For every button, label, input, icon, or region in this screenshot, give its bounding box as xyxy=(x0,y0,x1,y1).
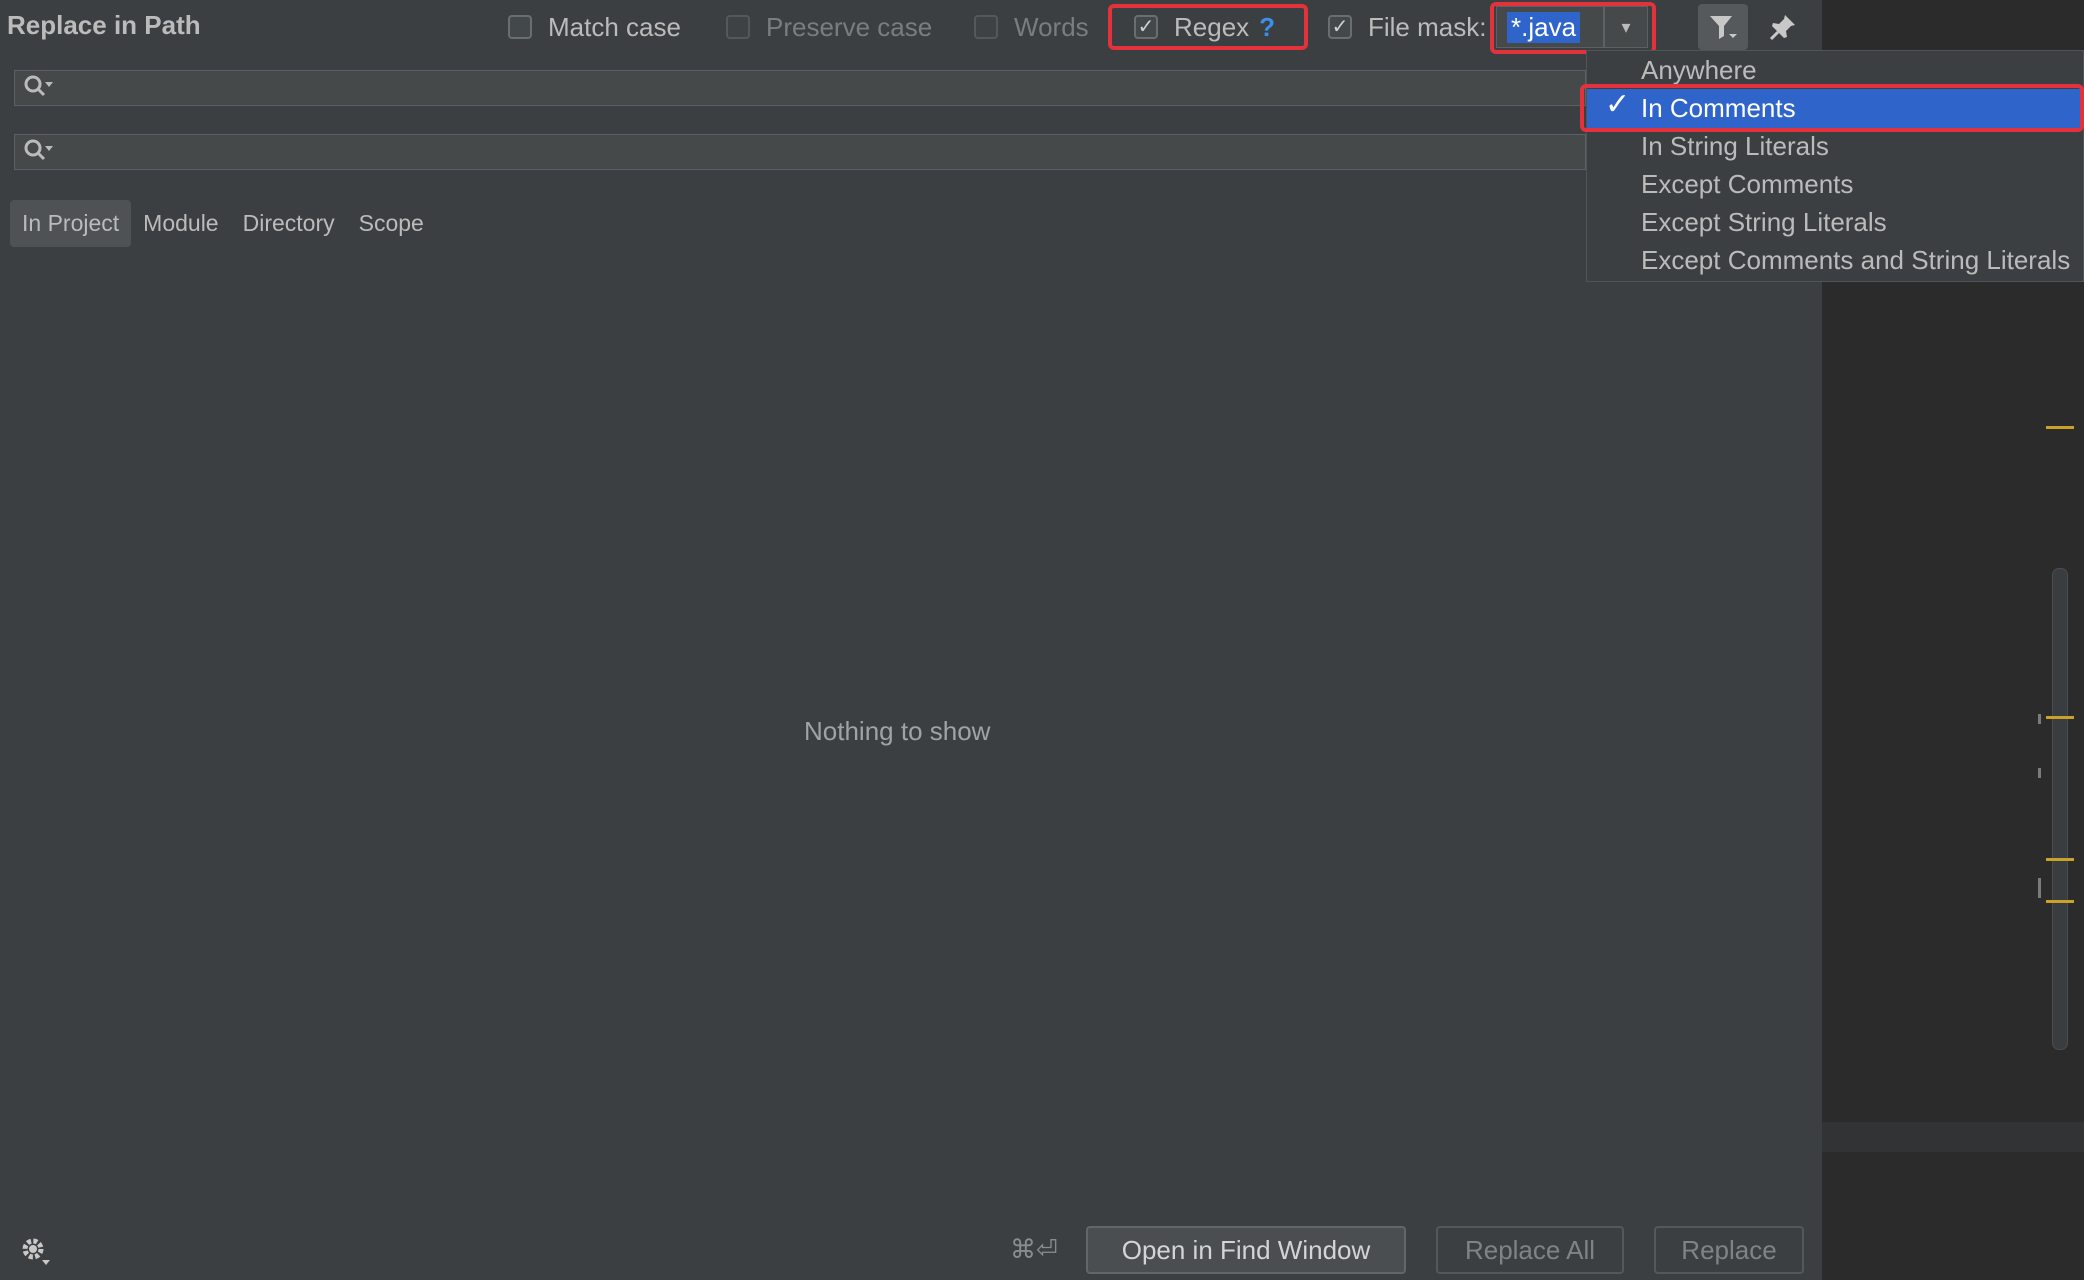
scope-tabs: In Project Module Directory Scope xyxy=(10,200,436,247)
file-mask-checkbox[interactable]: ✓ xyxy=(1328,15,1352,39)
file-mask-label: File mask: xyxy=(1368,11,1487,42)
tab-scope[interactable]: Scope xyxy=(347,200,436,247)
stripe-tick xyxy=(2038,714,2041,724)
annotation-regex-box xyxy=(1108,4,1308,50)
replace-input[interactable] xyxy=(14,134,1586,170)
dialog-panel: Replace in Path Match case Preserve case… xyxy=(0,0,1822,1280)
stripe-tick xyxy=(2038,878,2041,898)
menu-item-except-comments[interactable]: Except Comments xyxy=(1641,169,1853,200)
results-empty-text: Nothing to show xyxy=(804,716,991,746)
replace-button[interactable]: Replace xyxy=(1654,1226,1804,1274)
stripe-tick xyxy=(2038,768,2041,778)
shortcut-hint: ⌘⏎ xyxy=(1010,1234,1058,1264)
menu-item-in-string-literals[interactable]: In String Literals xyxy=(1641,131,1829,162)
gear-icon xyxy=(22,1238,50,1265)
replace-in-path-dialog: Replace in Path Match case Preserve case… xyxy=(0,0,2084,1280)
annotation-in-comments-box xyxy=(1580,84,2084,132)
words-checkbox[interactable] xyxy=(974,15,998,39)
error-stripe-marker[interactable] xyxy=(2046,716,2074,719)
replace-all-button[interactable]: Replace All xyxy=(1436,1226,1624,1274)
settings-button[interactable] xyxy=(18,1234,52,1276)
editor-band xyxy=(1822,1122,2084,1152)
error-stripe-marker[interactable] xyxy=(2046,858,2074,861)
dialog-title: Replace in Path xyxy=(7,10,201,40)
search-icon[interactable] xyxy=(23,74,53,107)
annotation-file-mask-box xyxy=(1490,2,1656,54)
words-option[interactable]: Words xyxy=(974,8,1089,46)
editor-scrollbar[interactable] xyxy=(2052,568,2068,1050)
menu-item-except-string-literals[interactable]: Except String Literals xyxy=(1641,207,1887,238)
preserve-case-checkbox[interactable] xyxy=(726,15,750,39)
match-case-option[interactable]: Match case xyxy=(508,8,681,46)
menu-item-except-comments-and-string-literals[interactable]: Except Comments and String Literals xyxy=(1641,245,2070,276)
pin-icon xyxy=(1769,15,1795,41)
error-stripe-marker[interactable] xyxy=(2046,900,2074,903)
tab-directory[interactable]: Directory xyxy=(231,200,347,247)
search-icon[interactable] xyxy=(23,138,53,171)
preserve-case-option[interactable]: Preserve case xyxy=(726,8,932,46)
filter-icon xyxy=(1710,16,1737,39)
find-input[interactable] xyxy=(14,70,1586,106)
check-icon: ✓ xyxy=(1331,16,1349,38)
menu-item-anywhere[interactable]: Anywhere xyxy=(1641,55,1757,86)
editor-lower-area xyxy=(1822,1152,2084,1280)
filter-button[interactable] xyxy=(1698,4,1748,50)
preserve-case-label: Preserve case xyxy=(766,11,933,42)
tab-module[interactable]: Module xyxy=(131,200,230,247)
words-label: Words xyxy=(1014,11,1089,42)
open-in-find-window-button[interactable]: Open in Find Window xyxy=(1086,1226,1406,1274)
error-stripe-marker[interactable] xyxy=(2046,426,2074,429)
match-case-label: Match case xyxy=(548,11,681,42)
tab-in-project[interactable]: In Project xyxy=(10,200,132,247)
file-mask-option[interactable]: ✓ File mask: xyxy=(1328,8,1486,46)
match-case-checkbox[interactable] xyxy=(508,15,532,39)
pin-button[interactable] xyxy=(1758,4,1808,50)
